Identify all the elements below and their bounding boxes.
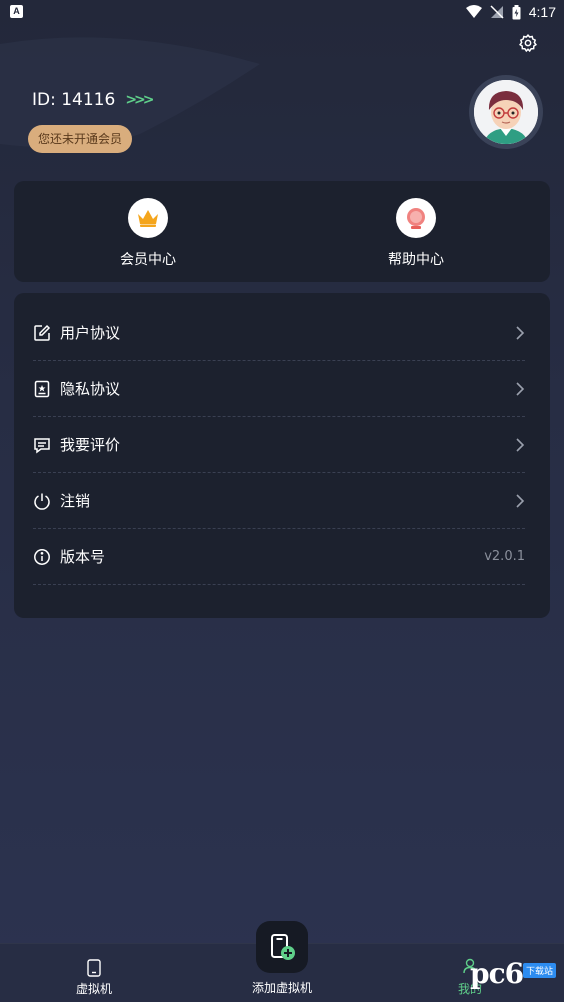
crown-icon — [128, 198, 168, 238]
add-virtual-machine-label: 添加虚拟机 — [251, 981, 312, 995]
info-icon — [34, 549, 50, 565]
avatar[interactable] — [469, 75, 543, 149]
member-center-label: 会员中心 — [120, 252, 176, 268]
menu-label: 版本号 — [60, 548, 106, 566]
user-icon — [463, 958, 477, 974]
clock: 4:17 — [528, 4, 556, 20]
member-center-button[interactable]: 会员中心 — [14, 181, 282, 282]
menu-label: 用户协议 — [60, 324, 121, 342]
help-icon — [396, 198, 436, 238]
menu-label: 隐私协议 — [60, 380, 121, 398]
menu-item-deregister[interactable]: 注销 — [33, 473, 525, 529]
chevron-right-icon — [516, 494, 525, 508]
tab-me[interactable]: 我的 — [440, 944, 500, 1002]
edit-doc-icon — [34, 324, 51, 341]
tab-label: 我的 — [457, 982, 482, 996]
chevron-right-icon — [516, 326, 525, 340]
menu-item-version: 版本号 v2.0.1 — [33, 529, 525, 585]
battery-icon — [512, 4, 521, 19]
comment-icon — [34, 438, 50, 454]
wifi-icon — [465, 5, 482, 18]
avatar-image — [474, 80, 538, 144]
settings-gear-icon[interactable] — [518, 33, 538, 53]
notification-icon: A — [10, 5, 23, 18]
help-center-label: 帮助中心 — [388, 252, 444, 268]
vip-status-badge[interactable]: 您还未开通会员 — [28, 125, 133, 153]
chevron-right-icon — [516, 438, 525, 452]
user-id-text: ID: 14116 — [32, 90, 116, 110]
privacy-doc-icon — [34, 380, 50, 398]
forward-arrows-icon: >>> — [125, 92, 154, 108]
status-icons: 4:17 — [465, 2, 556, 22]
add-device-icon — [271, 934, 295, 960]
quick-actions-card: 会员中心 帮助中心 — [14, 181, 550, 282]
no-signal-icon — [490, 5, 504, 19]
chevron-right-icon — [516, 382, 525, 396]
power-icon — [34, 493, 50, 510]
settings-menu-card: 用户协议 隐私协议 我要评价 注销 版本号 v2.0.1 — [14, 293, 550, 618]
menu-label: 注销 — [60, 492, 91, 510]
menu-label: 我要评价 — [60, 436, 121, 454]
menu-item-rate-us[interactable]: 我要评价 — [33, 417, 525, 473]
help-center-button[interactable]: 帮助中心 — [282, 181, 550, 282]
menu-item-privacy-agreement[interactable]: 隐私协议 — [33, 361, 525, 417]
tab-virtual-machine[interactable]: 虚拟机 — [54, 944, 134, 1002]
menu-item-user-agreement[interactable]: 用户协议 — [33, 305, 525, 361]
status-bar: A 4:17 — [0, 0, 564, 24]
tab-label: 虚拟机 — [75, 982, 112, 996]
user-id[interactable]: ID: 14116 >>> — [32, 90, 155, 110]
version-value: v2.0.1 — [484, 549, 525, 564]
phone-icon — [87, 959, 101, 977]
add-virtual-machine-button[interactable] — [256, 921, 308, 973]
